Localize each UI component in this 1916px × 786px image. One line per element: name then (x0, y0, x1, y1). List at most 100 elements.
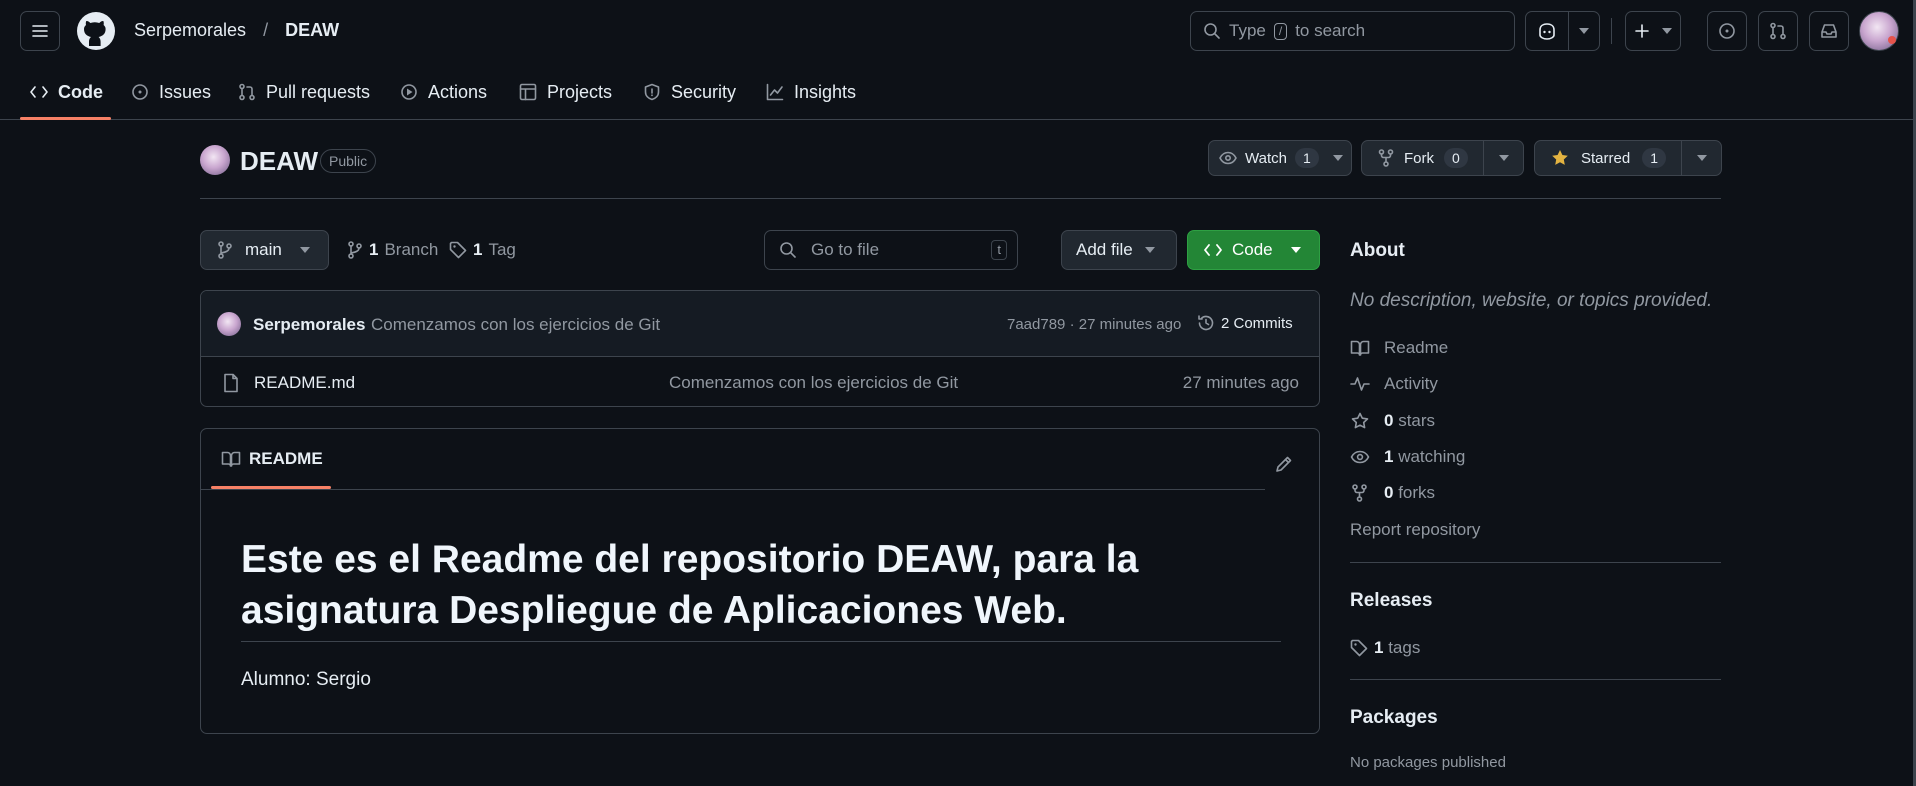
add-file-button[interactable]: Add file (1061, 230, 1177, 270)
chevron-down-icon (1290, 247, 1301, 253)
file-icon (224, 373, 238, 393)
inbox-icon (1821, 24, 1837, 38)
file-commit-message[interactable]: Comenzamos con los ejercicios de Git (669, 373, 958, 393)
book-icon (221, 451, 241, 467)
watch-count: 1 (1294, 148, 1319, 168)
search-placeholder-pre: Type (1229, 21, 1266, 40)
readme-header-divider (201, 489, 1265, 490)
tag-icon (1350, 639, 1368, 657)
tab-pull-requests[interactable]: Pull requests (238, 76, 370, 108)
copilot-icon (1539, 23, 1555, 40)
search-icon (1204, 23, 1220, 39)
shield-icon (644, 83, 660, 101)
watching-count: 1 (1384, 447, 1394, 466)
pull-requests-button[interactable] (1758, 11, 1798, 51)
repo-title[interactable]: DEAW (240, 146, 318, 177)
edit-readme-button[interactable] (1269, 449, 1299, 479)
report-repository-link[interactable]: Report repository (1350, 520, 1480, 540)
chevron-down-icon (1696, 155, 1707, 161)
global-header: Serpemorales / DEAW Type / to search Cod… (0, 0, 1916, 120)
tag-count: 1 (473, 240, 483, 259)
tags-link[interactable]: 1 Tag (449, 240, 516, 260)
star-dropdown-button[interactable] (1681, 140, 1722, 176)
breadcrumb-separator: / (263, 20, 269, 40)
github-logo[interactable] (76, 11, 116, 51)
active-tab-indicator (20, 117, 111, 120)
user-avatar[interactable] (1859, 11, 1899, 51)
eye-icon (1219, 151, 1237, 165)
issue-icon (1719, 23, 1735, 39)
about-description: No description, website, or topics provi… (1350, 290, 1713, 311)
about-title: About (1350, 240, 1405, 261)
menu-button[interactable] (20, 11, 60, 51)
tab-issues[interactable]: Issues (131, 76, 211, 108)
fork-button[interactable]: Fork 0 (1361, 140, 1484, 176)
star-label: Starred (1581, 149, 1631, 167)
eye-icon (1350, 450, 1370, 464)
tab-security[interactable]: Security (643, 76, 736, 108)
stars-count: 0 (1384, 411, 1394, 430)
chevron-down-icon (1498, 155, 1509, 161)
play-icon (401, 84, 417, 100)
about-forks-link[interactable]: 0 forks (1350, 483, 1435, 503)
fork-dropdown-button[interactable] (1483, 140, 1524, 176)
graph-icon (766, 83, 784, 101)
latest-commit-row: Serpemorales Comenzamos con los ejercici… (201, 291, 1319, 357)
readme-body: Alumno: Sergio (241, 669, 371, 690)
branch-count: 1 (369, 240, 379, 259)
about-divider (1350, 562, 1721, 563)
file-name[interactable]: README.md (254, 373, 355, 393)
chevron-down-icon (1144, 247, 1155, 253)
inbox-button[interactable] (1809, 11, 1849, 51)
plus-icon (1635, 24, 1649, 38)
repo-link[interactable]: DEAW (285, 20, 339, 41)
commit-message[interactable]: Comenzamos con los ejercicios de Git (371, 315, 660, 335)
releases-tags-link[interactable]: 1 tags (1350, 638, 1420, 658)
about-readme-link[interactable]: Readme (1350, 338, 1448, 358)
watch-button[interactable]: Watch 1 (1208, 140, 1352, 176)
repo-header-divider (200, 198, 1721, 199)
issue-icon (132, 84, 148, 100)
issues-button[interactable] (1707, 11, 1747, 51)
about-activity-link[interactable]: Activity (1350, 374, 1438, 394)
file-commit-time: 27 minutes ago (1182, 373, 1299, 392)
readme-tab[interactable]: README (221, 449, 323, 469)
tab-actions[interactable]: Actions (400, 76, 487, 108)
tab-insights-label: Insights (794, 81, 857, 102)
watch-label: Watch (1245, 149, 1287, 167)
search-icon (780, 242, 796, 258)
about-stars-link[interactable]: 0 stars (1350, 411, 1435, 431)
copilot-button[interactable] (1525, 11, 1569, 51)
header-divider (1611, 18, 1612, 44)
create-new-button[interactable] (1625, 11, 1681, 51)
commits-link[interactable]: 2 Commits (1197, 314, 1293, 332)
watching-label: watching (1398, 447, 1466, 466)
owner-link[interactable]: Serpemorales (134, 20, 246, 41)
tab-insights[interactable]: Insights (766, 76, 856, 108)
tab-projects[interactable]: Projects (519, 76, 612, 108)
file-row[interactable]: README.md Comenzamos con los ejercicios … (201, 357, 1319, 406)
branch-selector[interactable]: main (200, 230, 329, 270)
visibility-badge: Public (320, 149, 377, 173)
tab-code[interactable]: Code (30, 76, 103, 108)
releases-title[interactable]: Releases (1350, 590, 1432, 612)
code-dropdown-button[interactable]: Code (1187, 230, 1320, 270)
search-placeholder-post: to search (1295, 21, 1366, 40)
tab-code-label: Code (58, 81, 103, 102)
file-table: Serpemorales Comenzamos con los ejercici… (200, 290, 1320, 407)
commit-meta[interactable]: 7aad789 · 27 minutes ago (1007, 316, 1181, 333)
packages-title[interactable]: Packages (1350, 707, 1438, 729)
about-watching-link[interactable]: 1 watching (1350, 447, 1465, 467)
star-button[interactable]: Starred 1 (1534, 140, 1682, 176)
tab-security-label: Security (671, 81, 737, 102)
search-input[interactable]: Type / to search (1190, 11, 1515, 51)
copilot-dropdown-button[interactable] (1568, 11, 1600, 51)
commit-author-avatar[interactable] (217, 312, 241, 336)
code-button-label: Code (1232, 240, 1273, 259)
commit-author[interactable]: Serpemorales (253, 315, 365, 335)
branches-link[interactable]: 1 Branch (347, 240, 438, 260)
readme-heading-rule (241, 641, 1281, 642)
go-to-file-input[interactable]: Go to file t (764, 230, 1018, 270)
releases-tags-label: tags (1388, 638, 1421, 657)
tab-projects-label: Projects (547, 81, 613, 102)
